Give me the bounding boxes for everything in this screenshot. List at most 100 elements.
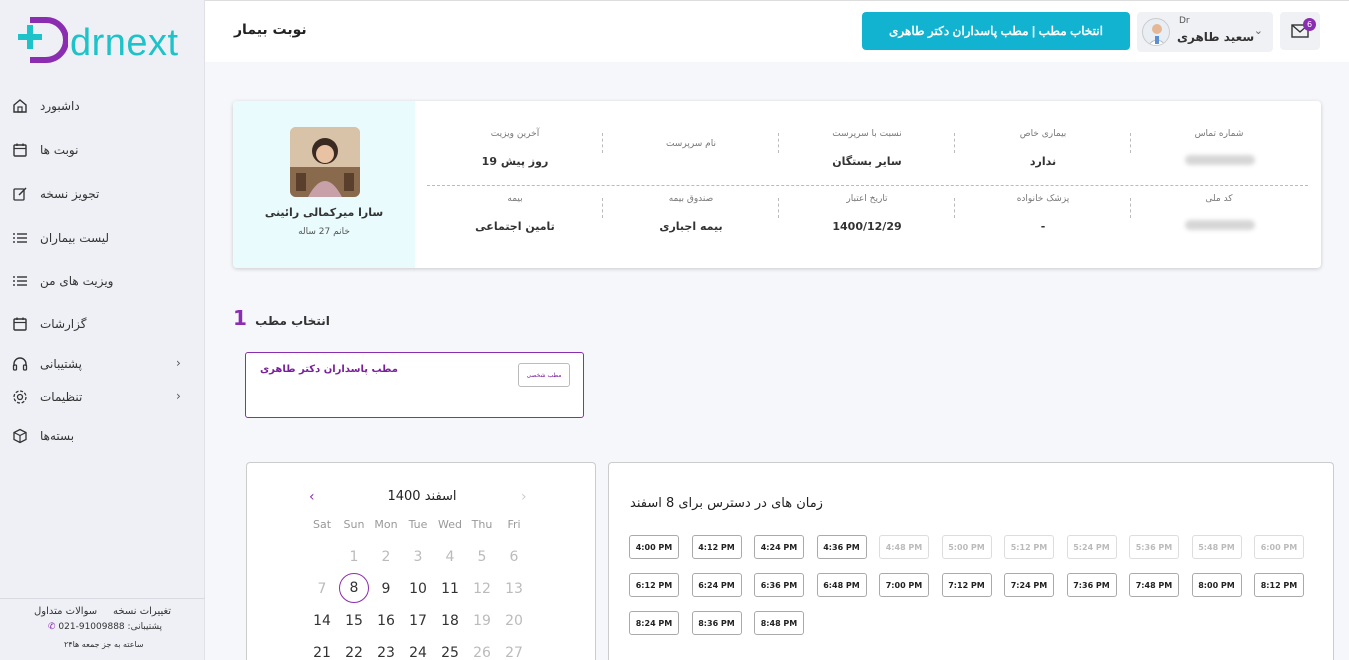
field-label: صندوق بیمه (668, 194, 714, 204)
calendar-day[interactable]: 21 (306, 639, 338, 660)
time-slot-button[interactable]: 4:36 PM (816, 535, 867, 559)
time-slot-button[interactable]: 4:24 PM (754, 535, 804, 559)
time-slot-button[interactable]: 4:12 PM (691, 535, 742, 559)
sidebar-item-label: تجویز نسخه (40, 187, 100, 201)
field-label: بیماری خاص (1019, 129, 1067, 139)
avatar (1142, 18, 1170, 46)
sidebar-item-packages[interactable]: بسته‌ها (0, 422, 205, 452)
calendar-day[interactable]: 22 (338, 639, 370, 660)
field-family-doctor: پزشک خانواده - (955, 194, 1131, 240)
list-icon (13, 276, 27, 286)
sidebar-item-support[interactable]: پشتیبانی › (0, 350, 205, 380)
time-slot-button[interactable]: 6:36 PM (754, 573, 804, 597)
patient-photo (290, 127, 360, 197)
faq-link[interactable]: سوالات متداول (34, 606, 97, 617)
time-slot-button: 5:00 PM (941, 535, 992, 559)
calendar-day[interactable]: 24 (402, 639, 434, 660)
time-slot-button[interactable]: 8:00 PM (1191, 573, 1242, 597)
weekday-header: Sun (343, 518, 365, 531)
logo-text: drnext (70, 22, 179, 64)
time-slot-button[interactable]: 7:24 PM (1004, 573, 1054, 597)
time-slot-button[interactable]: 8:12 PM (1254, 573, 1304, 597)
field-value: 1400/12/29 (832, 220, 902, 233)
time-slot-button[interactable]: 7:36 PM (1066, 573, 1117, 597)
headset-icon (12, 357, 28, 371)
patient-profile-panel: سارا میرکمالی رائینی خانم 27 ساله (233, 101, 415, 268)
messages-button[interactable]: 6 (1280, 12, 1320, 50)
divider (1130, 198, 1131, 218)
calendar-day[interactable]: 17 (402, 607, 434, 635)
sidebar-item-label: لیست بیماران (40, 231, 110, 245)
calendar-day: 3 (413, 549, 423, 565)
calendar-day: 27 (505, 645, 523, 660)
sidebar-item-prescription[interactable]: تجویز نسخه (0, 180, 205, 210)
time-slot-button[interactable]: 7:12 PM (941, 573, 992, 597)
time-slot-button[interactable]: 6:48 PM (816, 573, 867, 597)
field-label: کد ملی (1205, 194, 1233, 204)
field-insurance: بیمه تامین اجتماعی (427, 194, 603, 240)
calendar-day[interactable]: 11 (434, 575, 466, 603)
clinic-option-card[interactable]: مطب پاسداران دکتر طاهری مطب شخصی (245, 352, 584, 418)
support-phone[interactable]: ✆ 021-91009888 :پشتیبانی (48, 622, 162, 632)
calendar-day[interactable]: 25 (434, 639, 466, 660)
calendar-icon (13, 317, 27, 331)
user-menu[interactable]: ⌄ Dr سعید طاهری (1137, 12, 1273, 52)
field-guardian-name: نام سرپرست (603, 129, 779, 175)
calendar-day: 6 (509, 549, 519, 565)
user-prefix: Dr (1179, 16, 1190, 26)
select-clinic-button[interactable]: انتخاب مطب | مطب پاسداران دکتر طاهری (862, 12, 1130, 50)
calendar-day[interactable]: 14 (306, 607, 338, 635)
sidebar-item-appointments[interactable]: نوبت ها (0, 136, 205, 166)
weekday-header: Sat (312, 518, 332, 531)
calendar-day[interactable]: 10 (402, 575, 434, 603)
divider (778, 198, 779, 218)
sidebar-item-label: ویزیت های من (40, 274, 114, 288)
calendar-day: 4 (445, 549, 455, 565)
sidebar-item-my-visits[interactable]: ویزیت های من (0, 267, 205, 297)
patient-info-card: سارا میرکمالی رائینی خانم 27 ساله آخرین … (233, 101, 1321, 268)
time-slot-button[interactable]: 8:36 PM (691, 611, 742, 635)
sidebar-item-dashboard[interactable]: داشبورد (0, 92, 205, 122)
field-label: پزشک خانواده (1016, 194, 1070, 204)
chevron-down-icon: ⌄ (1253, 24, 1263, 37)
time-slot-button[interactable]: 6:24 PM (691, 573, 742, 597)
calendar-day[interactable]: 15 (338, 607, 370, 635)
time-slot-button[interactable]: 8:48 PM (754, 611, 804, 635)
list-icon (13, 233, 27, 243)
sidebar-footer: تغییرات نسخه سوالات متداول ✆ 021-9100988… (0, 598, 205, 660)
sidebar-item-label: نوبت ها (40, 143, 79, 157)
time-slot-button: 6:00 PM (1254, 535, 1304, 559)
phone-icon: ✆ (48, 622, 56, 632)
calendar-day: 13 (505, 581, 523, 597)
redacted-value (1185, 155, 1255, 165)
calendar-day[interactable]: 23 (370, 639, 402, 660)
calendar-day[interactable]: 18 (434, 607, 466, 635)
field-value: ندارد (1029, 155, 1057, 168)
field-label: بیمه (507, 194, 523, 204)
sidebar-item-patient-list[interactable]: لیست بیماران (0, 224, 205, 254)
logo-mark-icon (18, 17, 68, 63)
time-slot-button[interactable]: 6:12 PM (629, 573, 679, 597)
sidebar-item-reports[interactable]: گزارشات (0, 310, 205, 340)
calendar-day[interactable]: 16 (370, 607, 402, 635)
field-last-visit: آخرین ویزیت 19 روز پیش (427, 129, 603, 175)
changelog-link[interactable]: تغییرات نسخه (113, 606, 171, 617)
time-slot-button[interactable]: 8:24 PM (629, 611, 679, 635)
section-title-text: انتخاب مطب (255, 314, 330, 328)
field-special-disease: بیماری خاص ندارد (955, 129, 1131, 175)
clinic-type-badge: مطب شخصی (518, 363, 570, 387)
sidebar-item-settings[interactable]: تنظیمات › (0, 383, 205, 413)
calendar-day[interactable]: 9 (370, 575, 402, 603)
time-slot-button[interactable]: 4:00 PM (629, 535, 679, 559)
time-slot-button: 5:12 PM (1004, 535, 1054, 559)
calendar-day[interactable]: 8 (339, 573, 369, 603)
drnext-logo[interactable]: drnext (16, 14, 196, 66)
user-name: سعید طاهری (1177, 30, 1255, 44)
clinic-name: مطب پاسداران دکتر طاهری (260, 364, 398, 375)
patient-age: خانم 27 ساله (298, 227, 350, 237)
chevron-right-icon[interactable]: › (521, 489, 527, 505)
field-value: بیمه اجباری (659, 220, 723, 233)
date-picker-calendar: ‹ اسفند 1400 › Sat Sun Mon Tue Wed Thu Fri 1 2 3 4… (246, 462, 596, 660)
time-slot-button[interactable]: 7:00 PM (879, 573, 929, 597)
time-slot-button[interactable]: 7:48 PM (1129, 573, 1179, 597)
